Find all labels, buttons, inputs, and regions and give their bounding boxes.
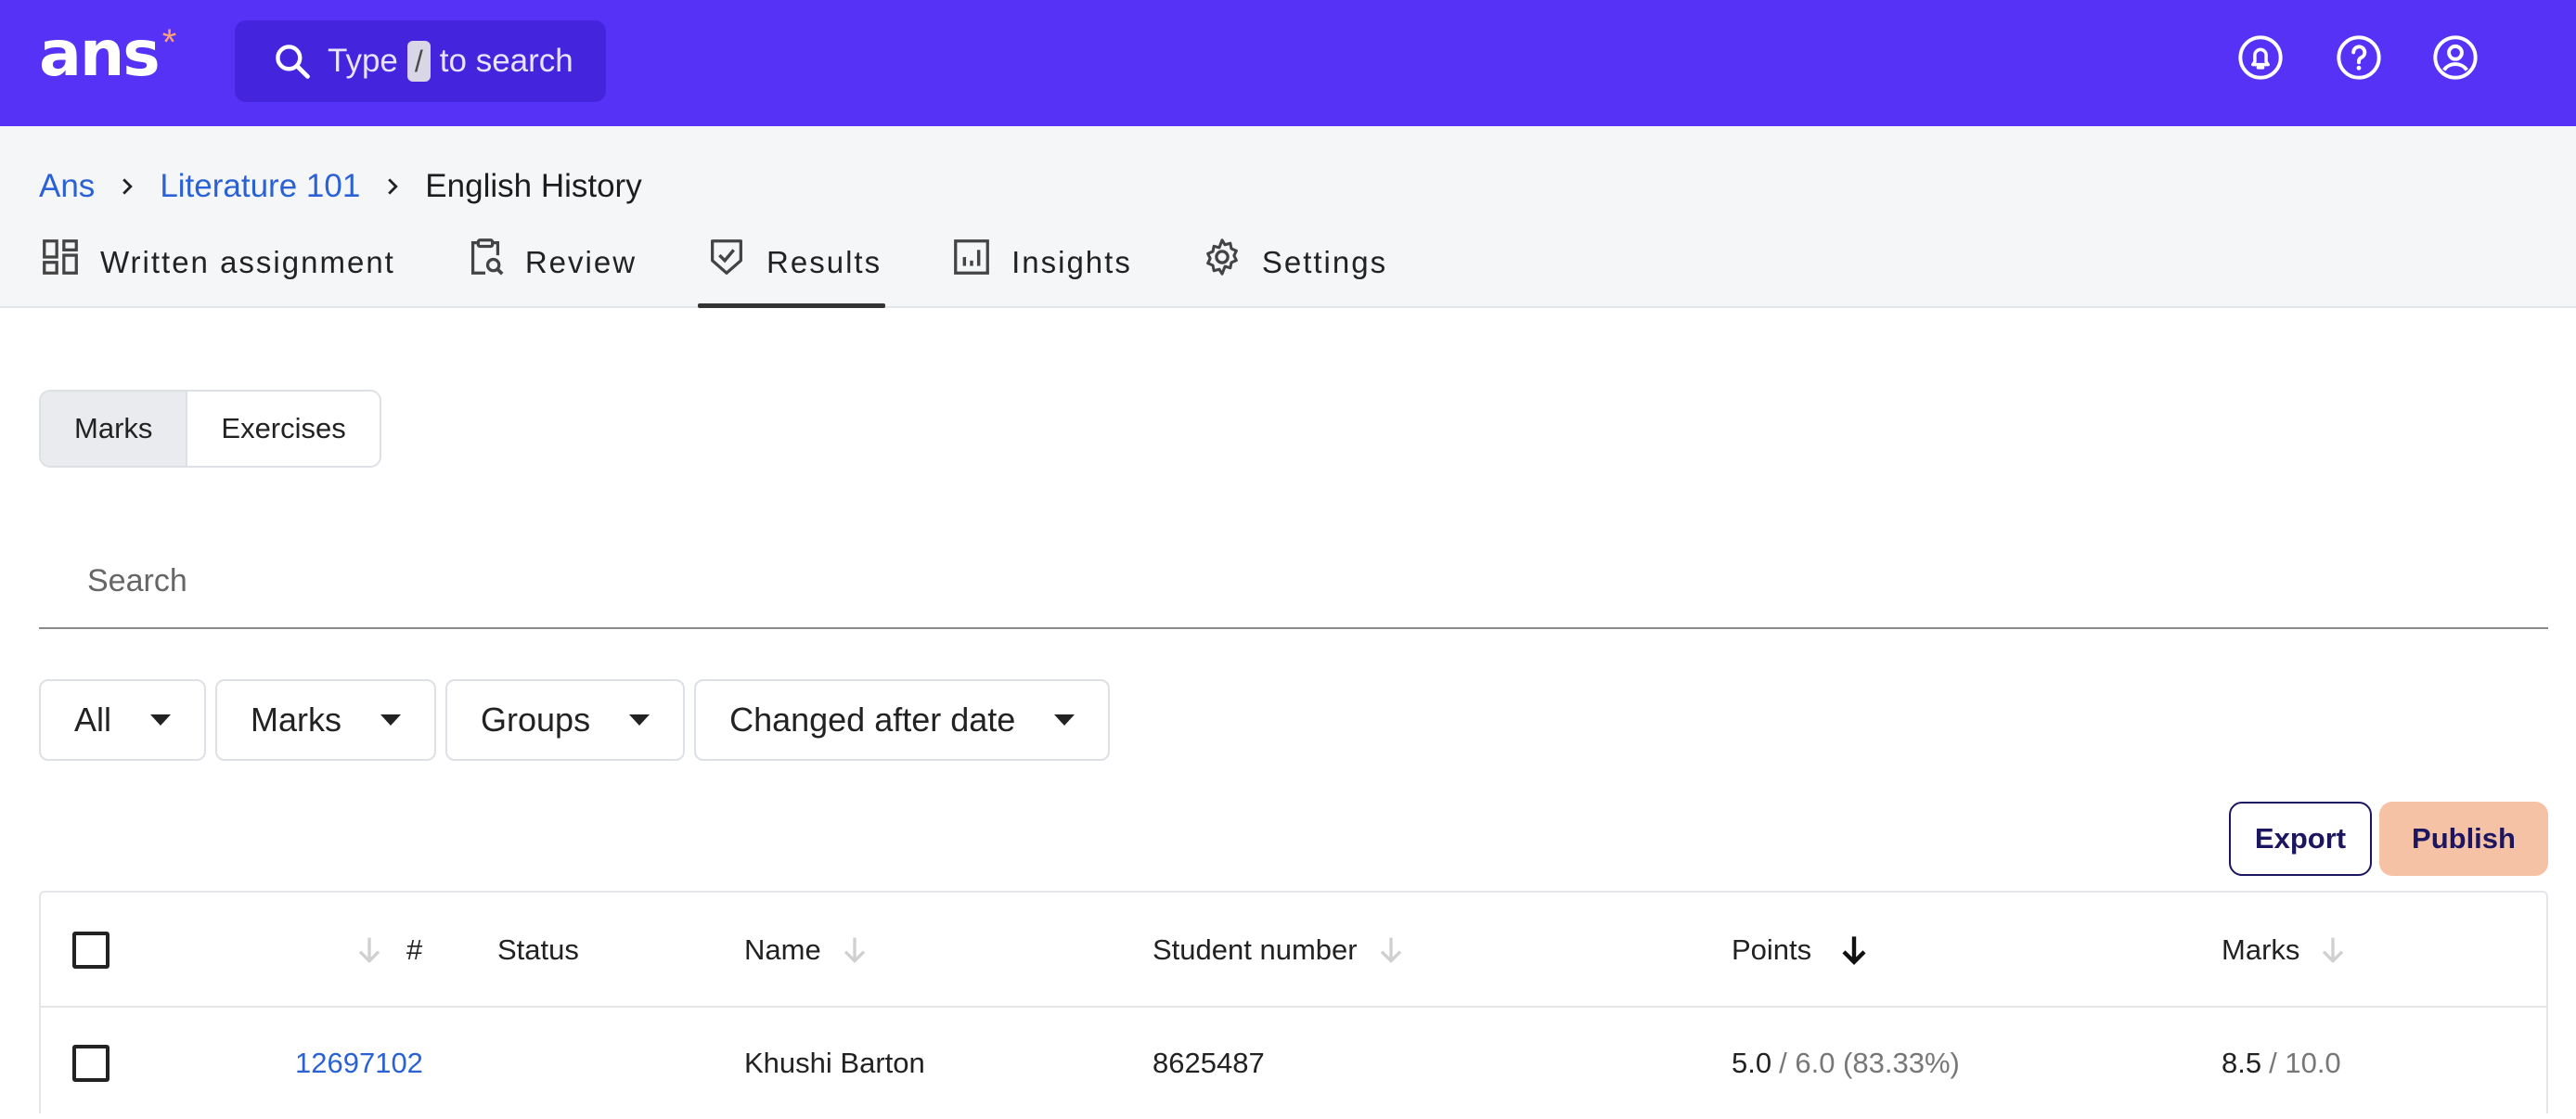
tab-results[interactable]: Results [698,236,886,308]
row-name: Khushi Barton [744,1047,925,1079]
shield-check-icon [711,239,743,275]
bar-chart-icon [954,239,989,275]
column-header-label: # [406,933,423,966]
points-value: 5.0 [1732,1047,1772,1079]
export-button[interactable]: Export [2229,802,2372,876]
view-toggle: Marks Exercises [39,390,381,468]
filter-changed-after-date-dropdown[interactable]: Changed after date [694,679,1111,761]
tab-review[interactable]: Review [464,236,637,308]
tab-label: Results [766,245,882,279]
filter-label: Changed after date [729,701,1016,739]
caret-down-icon [380,714,402,726]
gear-icon [1205,238,1238,276]
breadcrumb: Ans Literature 101 English History [39,163,642,210]
search-shortcut-key: / [406,41,431,82]
filter-groups-dropdown[interactable]: Groups [445,679,686,761]
column-number[interactable]: # [351,893,422,1008]
top-bar: ans * Type / to search [0,0,2576,126]
notification-bell-icon[interactable] [2236,33,2285,82]
breadcrumb-current: English History [425,168,642,204]
filter-all-dropdown[interactable]: All [39,679,207,761]
clipboard-search-icon [470,238,504,276]
column-header-label: Marks [2222,933,2300,966]
toggle-exercises[interactable]: Exercises [187,392,380,466]
chevron-right-icon [380,174,405,199]
tab-settings[interactable]: Settings [1201,236,1387,308]
column-header-label: Points [1732,933,1812,966]
logo-star: * [161,22,177,63]
help-icon[interactable] [2335,33,2383,82]
column-header-label: Status [497,933,579,966]
marks-value: 8.5 [2222,1047,2262,1079]
column-student-number[interactable]: Student number [1153,893,1410,1008]
search-prefix: Type [328,43,398,79]
logo-text: ans [39,18,161,91]
row-points: 5.0 / 6.0 (83.33%) [1732,1008,1960,1119]
caret-down-icon [629,714,650,726]
caret-down-icon [1054,714,1075,726]
global-search-button[interactable]: Type / to search [235,20,606,102]
dashboard-icon [43,239,78,275]
table-row[interactable]: 12697102 Khushi Barton 8625487 5.0 / 6.0… [41,1008,2546,1119]
marks-total: / 10.0 [2269,1047,2341,1079]
breadcrumb-link-ans[interactable]: Ans [39,168,95,205]
results-search [39,536,2548,629]
caret-down-icon [150,714,172,726]
select-all-checkbox-cell [72,893,109,1008]
account-icon[interactable] [2431,33,2479,82]
tab-label: Written assignment [100,245,395,279]
filter-label: All [74,701,112,739]
search-icon [276,45,310,79]
tab-bar: Written assignment Review Results Insigh… [39,236,1456,308]
arrow-down-icon [1380,937,1401,964]
row-checkbox[interactable] [72,1045,109,1082]
column-marks[interactable]: Marks [2222,893,2351,1008]
column-name[interactable]: Name [744,893,873,1008]
submission-id-link[interactable]: 12697102 [295,1008,423,1119]
row-marks: 8.5 / 10.0 [2222,1008,2341,1119]
arrow-down-icon [2323,937,2344,964]
tab-insights[interactable]: Insights [950,236,1132,308]
row-student-number: 8625487 [1153,1047,1265,1079]
chevron-right-icon [115,174,139,199]
select-all-checkbox[interactable] [72,932,109,969]
arrow-down-icon [358,937,380,964]
toggle-marks[interactable]: Marks [41,392,188,466]
publish-button[interactable]: Publish [2379,802,2548,876]
filter-bar: All Marks Groups Changed after date [39,679,1119,761]
search-input[interactable] [39,536,2548,625]
table-header: # Status Name Student number Points Mark… [41,893,2546,1008]
breadcrumb-link-course[interactable]: Literature 101 [160,168,360,205]
column-header-label: Name [744,933,821,966]
search-suffix: to search [439,43,573,79]
filter-marks-dropdown[interactable]: Marks [215,679,437,761]
row-checkbox-cell [72,1008,109,1119]
tab-label: Settings [1261,245,1388,279]
column-header-label: Student number [1153,933,1358,966]
arrow-down-icon [1842,936,1866,965]
tab-label: Insights [1011,245,1132,279]
ans-logo[interactable]: ans * [39,22,176,87]
column-status[interactable]: Status [497,893,579,1008]
filter-label: Groups [481,701,591,739]
filter-label: Marks [251,701,342,739]
results-table: # Status Name Student number Points Mark… [39,891,2548,1113]
tab-written-assignment[interactable]: Written assignment [39,236,395,308]
column-points[interactable]: Points [1732,893,1874,1008]
sub-header: Ans Literature 101 English History Writt… [0,126,2576,308]
arrow-down-icon [844,937,865,964]
tab-label: Review [524,245,638,279]
points-total: / 6.0 (83.33%) [1779,1047,1960,1079]
